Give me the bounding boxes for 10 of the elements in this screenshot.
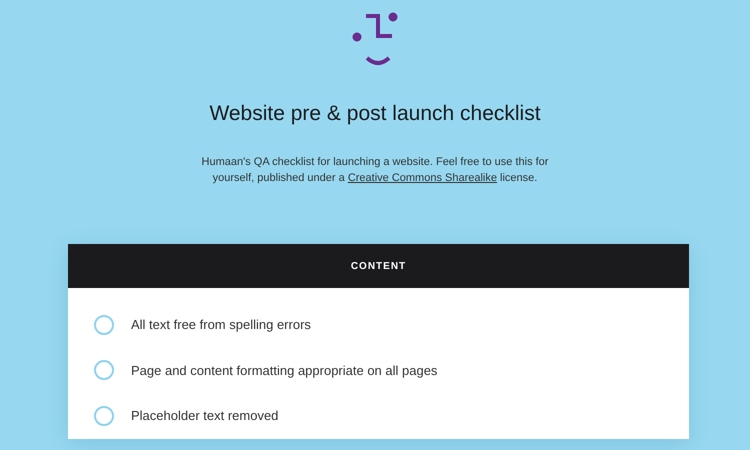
checkbox[interactable] — [94, 314, 114, 335]
license-link[interactable]: Creative Commons Sharealike — [348, 172, 497, 184]
page-title: Website pre & post launch checklist — [209, 102, 541, 126]
checkbox[interactable] — [94, 360, 114, 380]
item-label: Page and content formatting appropriate on all pages — [131, 362, 438, 378]
item-label: Placeholder text removed — [131, 408, 278, 424]
item-label: All text free from spelling errors — [131, 317, 311, 332]
section-title: CONTENT — [350, 260, 406, 272]
description-text: Humaan's QA checklist for launching a website. Feel free to use this for yourself, published under a Creative Commons Sharealike license. — [200, 155, 550, 186]
checkbox[interactable] — [94, 406, 114, 426]
